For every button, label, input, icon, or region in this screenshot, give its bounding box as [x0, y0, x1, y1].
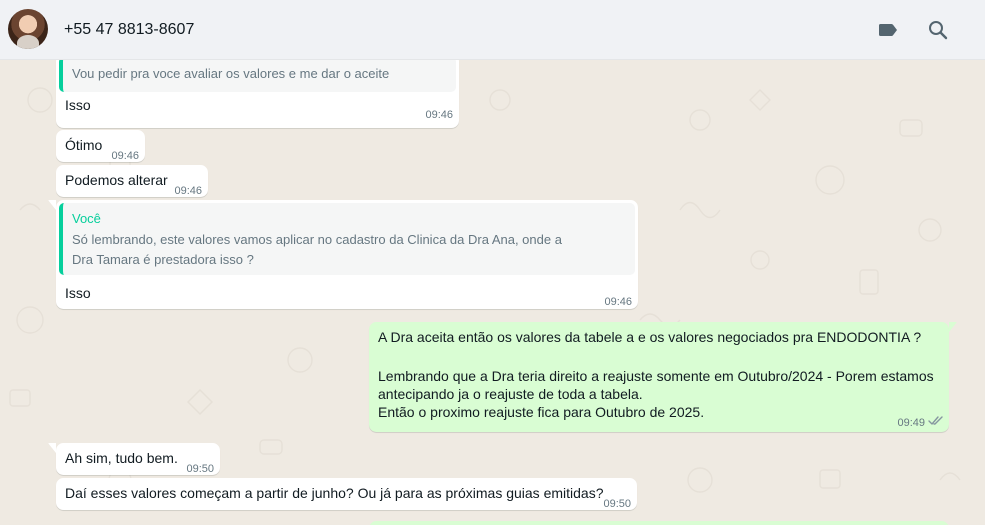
message-text-line: Lembrando que a Dra teria direito a reaj… [378, 368, 934, 384]
contact-avatar[interactable] [8, 9, 48, 49]
incoming-message[interactable]: Você Só lembrando, este valores vamos ap… [48, 200, 638, 309]
message-text-line: antecipando ja o reajuste de toda a tabe… [378, 386, 643, 402]
message-time: 09:46 [111, 150, 139, 162]
incoming-message[interactable]: Ah sim, tudo bem. 09:50 [48, 443, 220, 475]
incoming-message[interactable]: Podemos alterar 09:46 [56, 165, 208, 197]
search-icon[interactable] [926, 18, 950, 42]
message-text: Daí esses valores começam a partir de ju… [65, 485, 604, 501]
outgoing-message[interactable] [369, 521, 949, 525]
message-list[interactable]: Vou pedir pra voce avaliar os valores e … [0, 60, 985, 525]
chat-header: +55 47 8813-8607 [0, 0, 985, 60]
message-time: 09:49 [897, 417, 925, 429]
message-time: 09:46 [425, 109, 453, 121]
message-time: 09:50 [186, 463, 214, 475]
message-time: 09:46 [604, 296, 632, 308]
quoted-message[interactable]: Vou pedir pra voce avaliar os valores e … [59, 60, 456, 92]
contact-name[interactable]: +55 47 8813-8607 [64, 21, 194, 39]
incoming-message[interactable]: Ótimo 09:46 [56, 130, 145, 162]
quoted-text-line: Só lembrando, este valores vamos aplicar… [72, 232, 562, 247]
incoming-message[interactable]: Daí esses valores começam a partir de ju… [56, 478, 637, 510]
message-text-line: A Dra aceita então os valores da tabele … [378, 329, 922, 345]
message-text: Isso [65, 97, 91, 113]
message-time: 09:50 [603, 498, 631, 510]
message-text: Ah sim, tudo bem. [65, 450, 178, 466]
quoted-text-line: Dra Tamara é prestadora isso ? [72, 252, 254, 267]
quoted-message[interactable]: Você Só lembrando, este valores vamos ap… [59, 203, 635, 275]
bubble-tail [48, 200, 56, 210]
message-text: Isso [65, 285, 91, 301]
message-time: 09:46 [174, 185, 202, 197]
double-check-icon [928, 416, 943, 425]
quote-author: Você [72, 211, 101, 226]
bubble-tail [48, 443, 56, 453]
message-text: Ótimo [65, 137, 103, 153]
outgoing-message[interactable]: A Dra aceita então os valores da tabele … [369, 322, 957, 432]
message-text-line: Então o proximo reajuste fica para Outub… [378, 404, 705, 420]
label-icon[interactable] [876, 18, 900, 42]
bubble-tail [949, 322, 957, 332]
incoming-message[interactable]: Vou pedir pra voce avaliar os valores e … [56, 60, 459, 128]
quoted-text: Vou pedir pra voce avaliar os valores e … [72, 66, 390, 81]
message-text: Podemos alterar [65, 172, 168, 188]
